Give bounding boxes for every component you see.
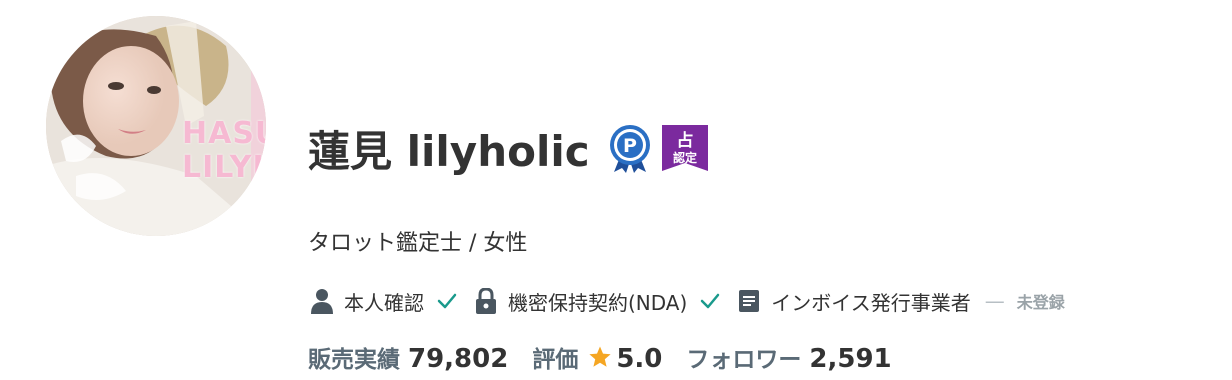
svg-text:認定: 認定 [673, 150, 697, 165]
avatar-caption-line1: HASU [182, 116, 266, 151]
sales-value: 79,802 [408, 344, 509, 374]
stats-row: 販売実績 79,802 評価 5.0 フォロワー 2,591 [308, 340, 892, 374]
followers-label[interactable]: フォロワー [686, 340, 801, 374]
svg-text:P: P [623, 135, 637, 157]
rating-value: 5.0 [616, 344, 663, 374]
nda-label: 機密保持契約(NDA) [508, 290, 688, 315]
fortune-certified-badge-icon[interactable]: 占 認定 [660, 123, 710, 173]
name-row: 蓮見 lilyholic P 占 認定 [308, 118, 710, 178]
invoice-status: 未登録 [1016, 293, 1065, 312]
profile-header: HASU LILYHC 蓮見 lilyholic P 占 認定 タロット鑑定士 … [0, 0, 1232, 380]
check-icon [701, 293, 720, 309]
document-icon [737, 287, 761, 315]
p-ribbon-badge-icon[interactable]: P [606, 123, 654, 173]
avatar[interactable]: HASU LILYHC [46, 16, 266, 236]
dash-separator: — [984, 289, 1005, 313]
person-icon [310, 287, 334, 315]
star-icon [589, 346, 611, 367]
svg-text:占: 占 [676, 130, 693, 151]
verification-row: 本人確認 機密保持契約(NDA) インボイス発行事業者 — 未登録 [310, 284, 1065, 318]
lock-icon [474, 287, 498, 315]
followers-value[interactable]: 2,591 [809, 344, 891, 374]
invoice-issuer-label: インボイス発行事業者 [771, 290, 971, 315]
check-icon [437, 293, 457, 309]
profile-subtitle: タロット鑑定士 / 女性 [308, 231, 528, 256]
avatar-caption-line2: LILYHC [182, 150, 266, 185]
user-name: 蓮見 lilyholic [308, 126, 590, 176]
rating-label[interactable]: 評価 [532, 340, 578, 374]
identity-verified-label: 本人確認 [344, 290, 424, 315]
sales-label: 販売実績 [308, 347, 400, 373]
